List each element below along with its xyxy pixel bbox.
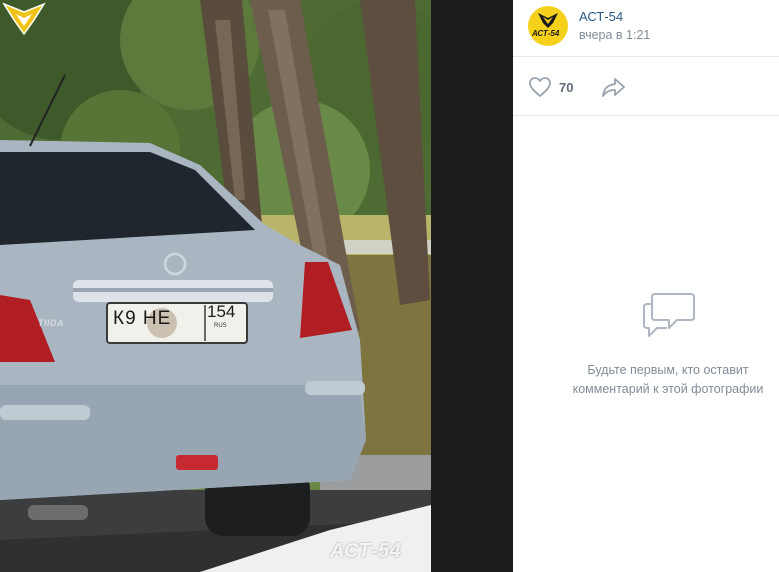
empty-comments-line-1: Будьте первым, кто оставит	[587, 363, 749, 377]
license-plate-region: 154	[207, 302, 236, 321]
comment-bubbles-icon	[643, 293, 695, 337]
empty-comments-line-2: комментарий к этой фотографии	[572, 382, 764, 396]
license-plate-country: RUS	[214, 323, 227, 329]
post-photo[interactable]: TIIDA К9 НЕ 154 RUS АСТ-54	[0, 0, 431, 572]
avatar[interactable]: АСТ-54	[528, 6, 568, 46]
like-button[interactable]: 70	[528, 76, 573, 98]
heart-icon	[529, 77, 551, 97]
post-time[interactable]: вчера в 1:21	[579, 28, 650, 42]
avatar-logo-icon	[538, 13, 558, 28]
viewer-background[interactable]	[431, 0, 513, 572]
car-model-badge: TIIDA	[38, 318, 64, 328]
like-count: 70	[559, 79, 574, 95]
post-actions: 70	[513, 57, 779, 116]
share-arrow-icon	[602, 78, 625, 97]
empty-comments-message: Будьте первым, кто оставит комментарий к…	[543, 361, 779, 399]
author-link[interactable]: АСТ-54	[579, 9, 623, 24]
watermark-text: АСТ-54	[330, 540, 402, 562]
share-button[interactable]	[601, 76, 627, 103]
license-plate-number: К9 НЕ	[113, 308, 172, 329]
post-side-panel: АСТ-54 АСТ-54 вчера в 1:21 70 Будьте пер…	[513, 0, 779, 572]
watermark-logo-icon	[2, 2, 46, 36]
photo-scene	[0, 0, 431, 572]
avatar-label: АСТ-54	[532, 29, 560, 38]
post-header: АСТ-54 АСТ-54 вчера в 1:21	[513, 0, 779, 57]
